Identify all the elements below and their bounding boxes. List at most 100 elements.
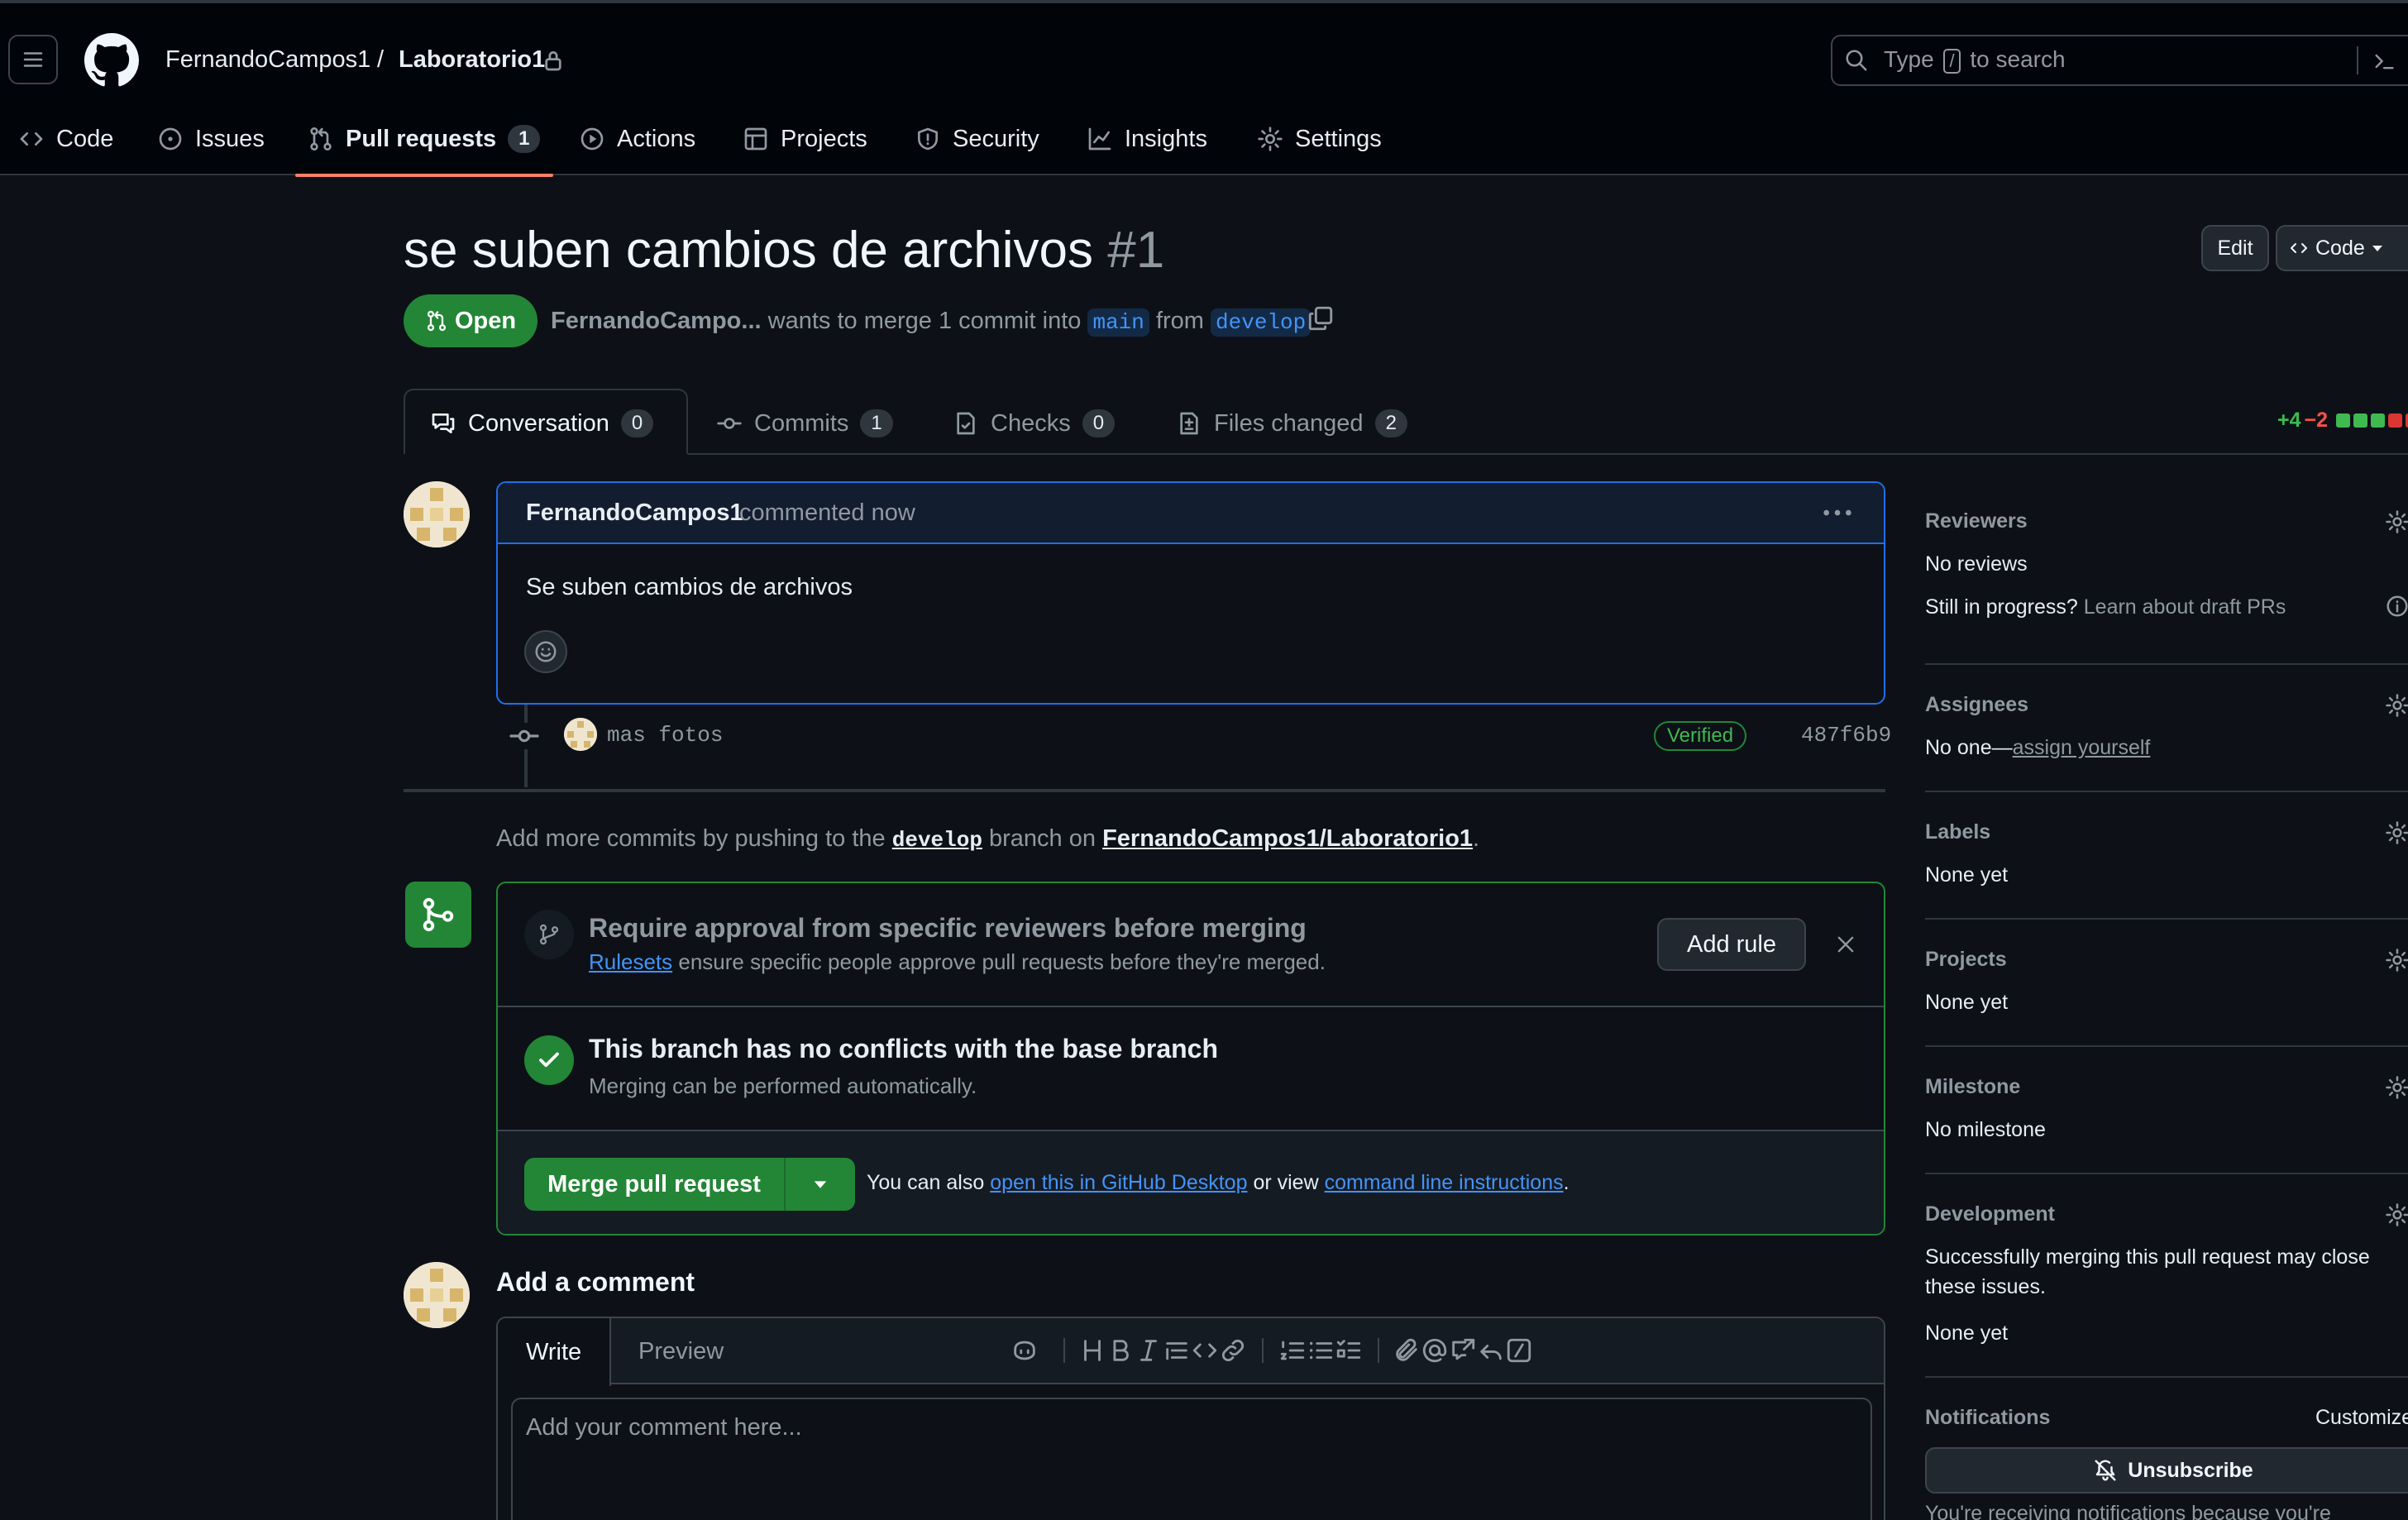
labels-title[interactable]: Labels [1925, 820, 1990, 844]
edit-title-button[interactable]: Edit [2201, 225, 2269, 271]
merge-pull-request-button[interactable]: Merge pull request [524, 1158, 786, 1211]
verified-badge[interactable]: Verified [1654, 721, 1747, 751]
bold-icon[interactable] [1106, 1336, 1135, 1365]
head-branch[interactable]: develop [1211, 308, 1312, 337]
paperclip-icon[interactable] [1393, 1336, 1421, 1365]
kebab-horizontal-icon[interactable] [1821, 501, 1854, 524]
tab-conversation-count: 0 [620, 409, 654, 437]
slash-command-icon[interactable] [1505, 1336, 1533, 1365]
unordered-list-icon[interactable] [1307, 1336, 1335, 1365]
add-reaction-button[interactable] [524, 630, 567, 673]
comment-author[interactable]: FernandoCampos1 [526, 499, 743, 527]
quote-icon[interactable] [1163, 1336, 1191, 1365]
hint-repo-link[interactable]: FernandoCampos1/Laboratorio1 [1102, 825, 1473, 852]
code-dropdown-button[interactable]: Code [2276, 225, 2408, 271]
gear-icon[interactable] [2385, 820, 2408, 845]
diff-square [2353, 413, 2368, 428]
close-icon[interactable] [1834, 933, 1857, 956]
nav-insights[interactable]: Insights [1087, 119, 1207, 159]
nav-pull-requests[interactable]: Pull requests 1 [308, 119, 541, 159]
cross-reference-icon[interactable] [1449, 1336, 1477, 1365]
commit-row: mas fotos Verified 487f6b9 [496, 713, 1891, 759]
avatar[interactable] [404, 481, 470, 547]
code-icon[interactable] [1191, 1336, 1219, 1365]
search-input[interactable]: Type / to search [1831, 35, 2408, 86]
nav-issues[interactable]: Issues [157, 119, 265, 159]
gear-icon[interactable] [2385, 1202, 2408, 1227]
add-rule-button[interactable]: Add rule [1657, 918, 1806, 971]
commit-sha[interactable]: 487f6b9 [1801, 723, 1891, 748]
development-value: None yet [1925, 1322, 2009, 1345]
development-title[interactable]: Development [1925, 1202, 2055, 1226]
reviewers-title[interactable]: Reviewers [1925, 509, 2028, 533]
unsubscribe-button[interactable]: Unsubscribe [1925, 1447, 2408, 1494]
info-icon[interactable] [2385, 594, 2408, 619]
comment-textarea[interactable]: Add your comment here... [511, 1398, 1872, 1520]
draft-prs-link[interactable]: Learn about draft PRs [2084, 595, 2286, 619]
task-list-icon[interactable] [1335, 1336, 1363, 1365]
commit-message[interactable]: mas fotos [607, 723, 723, 748]
play-icon [580, 127, 604, 151]
nav-code-label: Code [56, 125, 114, 152]
avatar[interactable] [404, 1262, 470, 1328]
breadcrumb-repo[interactable]: Laboratorio1 [399, 43, 545, 76]
pr-author-link[interactable]: FernandoCampo... [551, 308, 762, 334]
gear-icon[interactable] [2385, 1075, 2408, 1100]
gear-icon[interactable] [2385, 509, 2408, 534]
nav-projects[interactable]: Projects [743, 119, 867, 159]
customize-link[interactable]: Customize [2315, 1406, 2408, 1430]
table-icon [744, 127, 767, 151]
comment-time[interactable]: commented now [739, 499, 915, 527]
base-branch[interactable]: main [1087, 308, 1149, 337]
reviewers-value: No reviews [1925, 552, 2028, 576]
pull-request-icon [310, 127, 332, 151]
ordered-list-icon[interactable] [1278, 1336, 1307, 1365]
hamburger-menu-button[interactable] [8, 35, 58, 84]
nav-actions[interactable]: Actions [579, 119, 695, 159]
tab-write[interactable]: Write [498, 1318, 612, 1386]
commit-author-avatar[interactable] [564, 718, 597, 751]
nav-issues-label: Issues [195, 125, 265, 152]
github-logo-icon[interactable] [84, 33, 139, 88]
copilot-icon[interactable] [1010, 1336, 1039, 1365]
comment-placeholder: Add your comment here... [526, 1414, 802, 1441]
nav-security-label: Security [953, 125, 1039, 152]
assign-yourself-link[interactable]: assign yourself [2013, 736, 2151, 759]
command-line-link[interactable]: command line instructions [1325, 1171, 1564, 1194]
notifications-note: You're receiving notifications because y… [1925, 1502, 2331, 1520]
github-desktop-link[interactable]: open this in GitHub Desktop [990, 1171, 1247, 1194]
hint-branch[interactable]: develop [892, 828, 982, 853]
projects-title[interactable]: Projects [1925, 948, 2007, 972]
conflict-subtitle: Merging can be performed automatically. [589, 1073, 977, 1098]
merge-method-dropdown[interactable] [786, 1158, 855, 1211]
reply-icon[interactable] [1477, 1336, 1505, 1365]
copy-icon[interactable] [1307, 304, 1335, 332]
italic-icon[interactable] [1135, 1336, 1163, 1365]
nav-security[interactable]: Security [915, 119, 1039, 159]
milestone-title[interactable]: Milestone [1925, 1075, 2020, 1099]
nav-code[interactable]: Code [18, 119, 113, 159]
tab-conversation[interactable]: Conversation 0 [430, 405, 654, 442]
nav-settings[interactable]: Settings [1257, 119, 1382, 159]
assignees-title[interactable]: Assignees [1925, 693, 2028, 717]
search-suffix: to search [1970, 46, 2066, 72]
gear-icon[interactable] [2385, 693, 2408, 718]
heading-icon[interactable] [1078, 1336, 1106, 1365]
write-tab-label: Write [526, 1338, 582, 1365]
breadcrumb-owner[interactable]: FernandoCampos1 [165, 43, 370, 76]
edit-button-label: Edit [2217, 236, 2253, 260]
command-palette-icon[interactable] [2372, 50, 2396, 73]
link-icon[interactable] [1219, 1336, 1247, 1365]
tab-commits[interactable]: Commits 1 [716, 405, 893, 442]
smiley-icon [535, 641, 557, 662]
tab-preview[interactable]: Preview [638, 1318, 724, 1384]
merge-alternatives: You can also open this in GitHub Desktop… [867, 1171, 1570, 1195]
nav-projects-label: Projects [781, 125, 867, 152]
tab-files-changed[interactable]: Files changed 2 [1176, 405, 1407, 442]
tab-checks[interactable]: Checks 0 [953, 405, 1116, 442]
rulesets-link[interactable]: Rulesets [589, 949, 672, 974]
mention-icon[interactable] [1421, 1336, 1449, 1365]
tab-commits-label: Commits [754, 409, 849, 437]
gear-icon[interactable] [2385, 948, 2408, 973]
toolbar-separator [1063, 1338, 1065, 1363]
